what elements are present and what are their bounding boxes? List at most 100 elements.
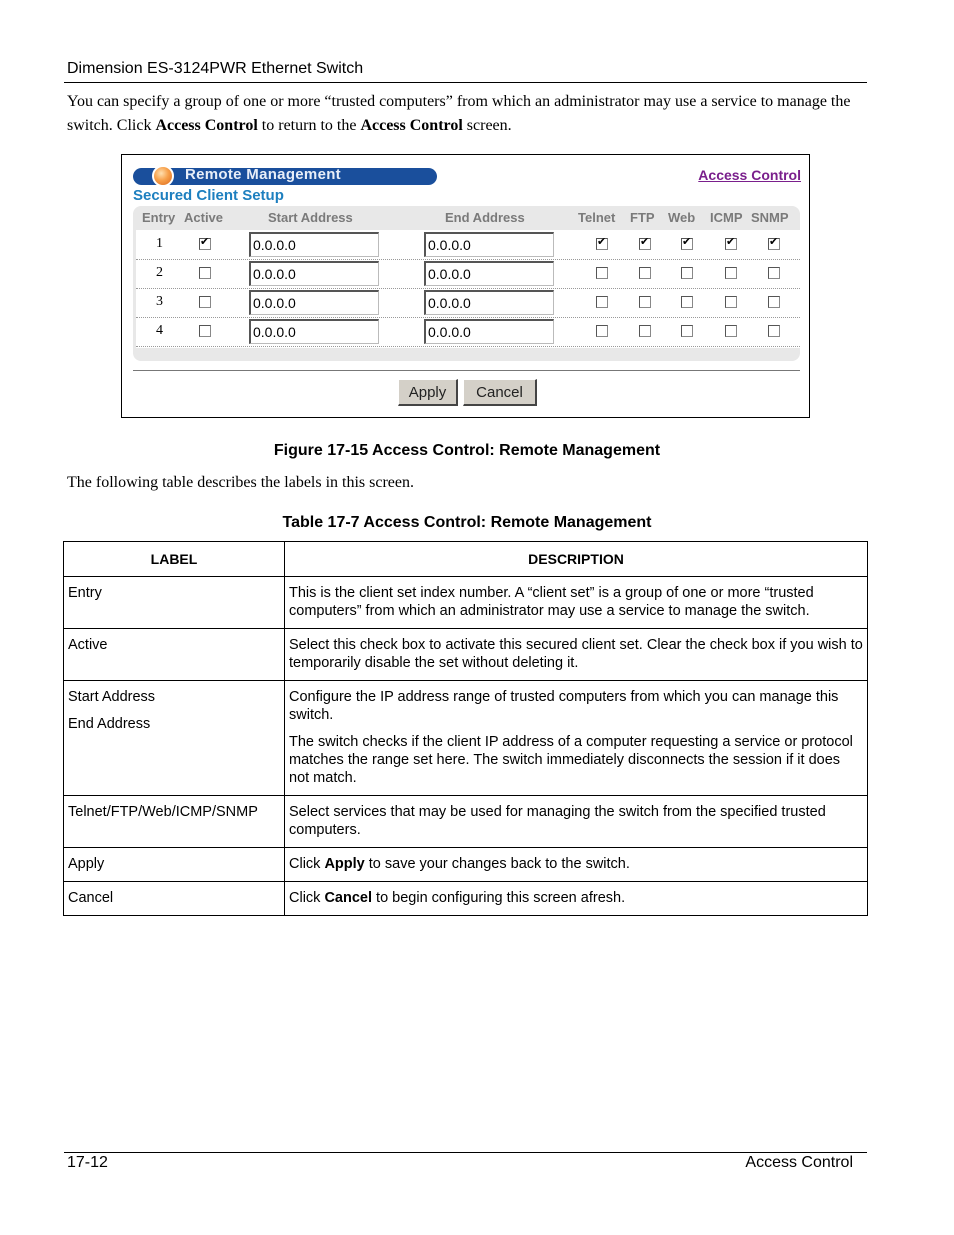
footer-section: Access Control — [745, 1154, 853, 1171]
page-number: 17-12 — [67, 1154, 108, 1171]
row-description: This is the client set index number. A “… — [284, 576, 868, 629]
table-header-row: LABEL DESCRIPTION — [63, 541, 868, 577]
intro-text: screen. — [462, 117, 512, 134]
label-end-address: End Address — [68, 716, 151, 732]
client-row: 2 — [136, 259, 800, 289]
figure-caption: Figure 17-15 Access Control: Remote Mana… — [273, 442, 661, 459]
screen-title: Remote Management — [185, 166, 341, 183]
description-paragraph: The switch checks if the client IP addre… — [289, 734, 853, 786]
web-checkbox[interactable] — [681, 325, 693, 337]
header-description: DESCRIPTION — [284, 541, 868, 577]
desc-text: to save your changes back to the switch. — [364, 856, 630, 872]
divider — [133, 370, 800, 371]
end-address-input[interactable] — [424, 290, 554, 315]
row-label: Apply — [63, 847, 285, 882]
description-paragraph: Configure the IP address range of truste… — [289, 689, 839, 723]
ftp-checkbox[interactable] — [639, 267, 651, 279]
client-row: 4 — [136, 317, 800, 347]
active-checkbox[interactable] — [199, 267, 211, 279]
row-label: Active — [63, 628, 285, 681]
start-address-input[interactable] — [249, 261, 379, 286]
client-row: 3 — [136, 288, 800, 318]
row-label: Telnet/FTP/Web/ICMP/SNMP — [63, 795, 285, 848]
section-subtitle: Secured Client Setup — [133, 187, 284, 204]
running-header: Dimension ES-3124PWR Ethernet Switch — [67, 60, 364, 77]
orb-icon — [152, 165, 174, 187]
entry-number: 1 — [156, 236, 163, 251]
table-caption: Table 17-7 Access Control: Remote Manage… — [282, 514, 652, 531]
col-ftp: FTP — [630, 210, 655, 225]
intro-text: to return to the — [257, 117, 361, 134]
screenshot-figure: Remote Management Access Control Secured… — [121, 154, 810, 418]
row-description: Select this check box to activate this s… — [284, 628, 868, 681]
active-checkbox[interactable] — [199, 325, 211, 337]
desc-text: Click — [289, 856, 325, 872]
col-icmp: ICMP — [710, 210, 743, 225]
ftp-checkbox[interactable] — [639, 325, 651, 337]
col-entry: Entry — [142, 210, 176, 225]
desc-text: Click — [289, 890, 325, 906]
desc-bold: Cancel — [324, 890, 373, 906]
col-telnet: Telnet — [578, 210, 616, 225]
web-checkbox[interactable] — [681, 267, 693, 279]
web-checkbox[interactable] — [681, 296, 693, 308]
desc-bold: Apply — [324, 856, 365, 872]
intro-bold: Access Control — [360, 117, 463, 134]
start-address-input[interactable] — [249, 290, 379, 315]
entry-number: 3 — [156, 294, 163, 309]
icmp-checkbox[interactable] — [725, 296, 737, 308]
col-web: Web — [668, 210, 696, 225]
col-snmp: SNMP — [751, 210, 789, 225]
row-description: Click Cancel to begin configuring this s… — [284, 881, 868, 916]
icmp-checkbox[interactable] — [725, 235, 737, 250]
entry-number: 4 — [156, 323, 163, 338]
body-text: The following table describes the labels… — [67, 474, 415, 491]
snmp-checkbox[interactable] — [768, 267, 780, 279]
footer-rule — [64, 1152, 867, 1153]
icmp-checkbox[interactable] — [725, 267, 737, 279]
snmp-checkbox[interactable] — [768, 235, 780, 250]
telnet-checkbox[interactable] — [596, 325, 608, 337]
col-start-address: Start Address — [268, 210, 353, 225]
table-row: Cancel Click Cancel to begin configuring… — [63, 881, 868, 916]
table-row: Start Address End Address Configure the I… — [63, 680, 868, 796]
table-row: Telnet/FTP/Web/ICMP/SNMP Select services… — [63, 795, 868, 848]
web-checkbox[interactable] — [681, 235, 693, 250]
col-active: Active — [184, 210, 224, 225]
table-row: Entry This is the client set index numbe… — [63, 576, 868, 629]
telnet-checkbox[interactable] — [596, 267, 608, 279]
apply-button[interactable]: Apply — [398, 379, 458, 406]
end-address-input[interactable] — [424, 319, 554, 344]
col-end-address: End Address — [445, 210, 525, 225]
desc-text: to begin configuring this screen afresh. — [372, 890, 626, 906]
start-address-input[interactable] — [249, 232, 379, 257]
cancel-button[interactable]: Cancel — [463, 379, 537, 406]
access-control-link[interactable]: Access Control — [698, 167, 801, 183]
end-address-input[interactable] — [424, 232, 554, 257]
entry-number: 2 — [156, 265, 163, 280]
active-checkbox[interactable] — [199, 235, 211, 250]
telnet-checkbox[interactable] — [596, 296, 608, 308]
row-label: Entry — [63, 576, 285, 629]
description-table: LABEL DESCRIPTION Entry This is the clie… — [63, 541, 868, 916]
title-bar: Remote Management — [133, 165, 437, 187]
icmp-checkbox[interactable] — [725, 325, 737, 337]
table-row: Active Select this check box to activate… — [63, 628, 868, 681]
ftp-checkbox[interactable] — [639, 235, 651, 250]
start-address-input[interactable] — [249, 319, 379, 344]
snmp-checkbox[interactable] — [768, 325, 780, 337]
active-checkbox[interactable] — [199, 296, 211, 308]
intro-paragraph: You can specify a group of one or more “… — [67, 90, 857, 138]
ftp-checkbox[interactable] — [639, 296, 651, 308]
snmp-checkbox[interactable] — [768, 296, 780, 308]
header-rule — [64, 82, 867, 83]
intro-bold: Access Control — [155, 117, 258, 134]
table-row: Apply Click Apply to save your changes b… — [63, 847, 868, 882]
row-description: Select services that may be used for man… — [284, 795, 868, 848]
row-label: Start Address End Address — [63, 680, 285, 796]
telnet-checkbox[interactable] — [596, 235, 608, 250]
end-address-input[interactable] — [424, 261, 554, 286]
row-label: Cancel — [63, 881, 285, 916]
label-start-address: Start Address — [68, 689, 156, 705]
client-grid: Entry Active Start Address End Address T… — [133, 206, 800, 361]
